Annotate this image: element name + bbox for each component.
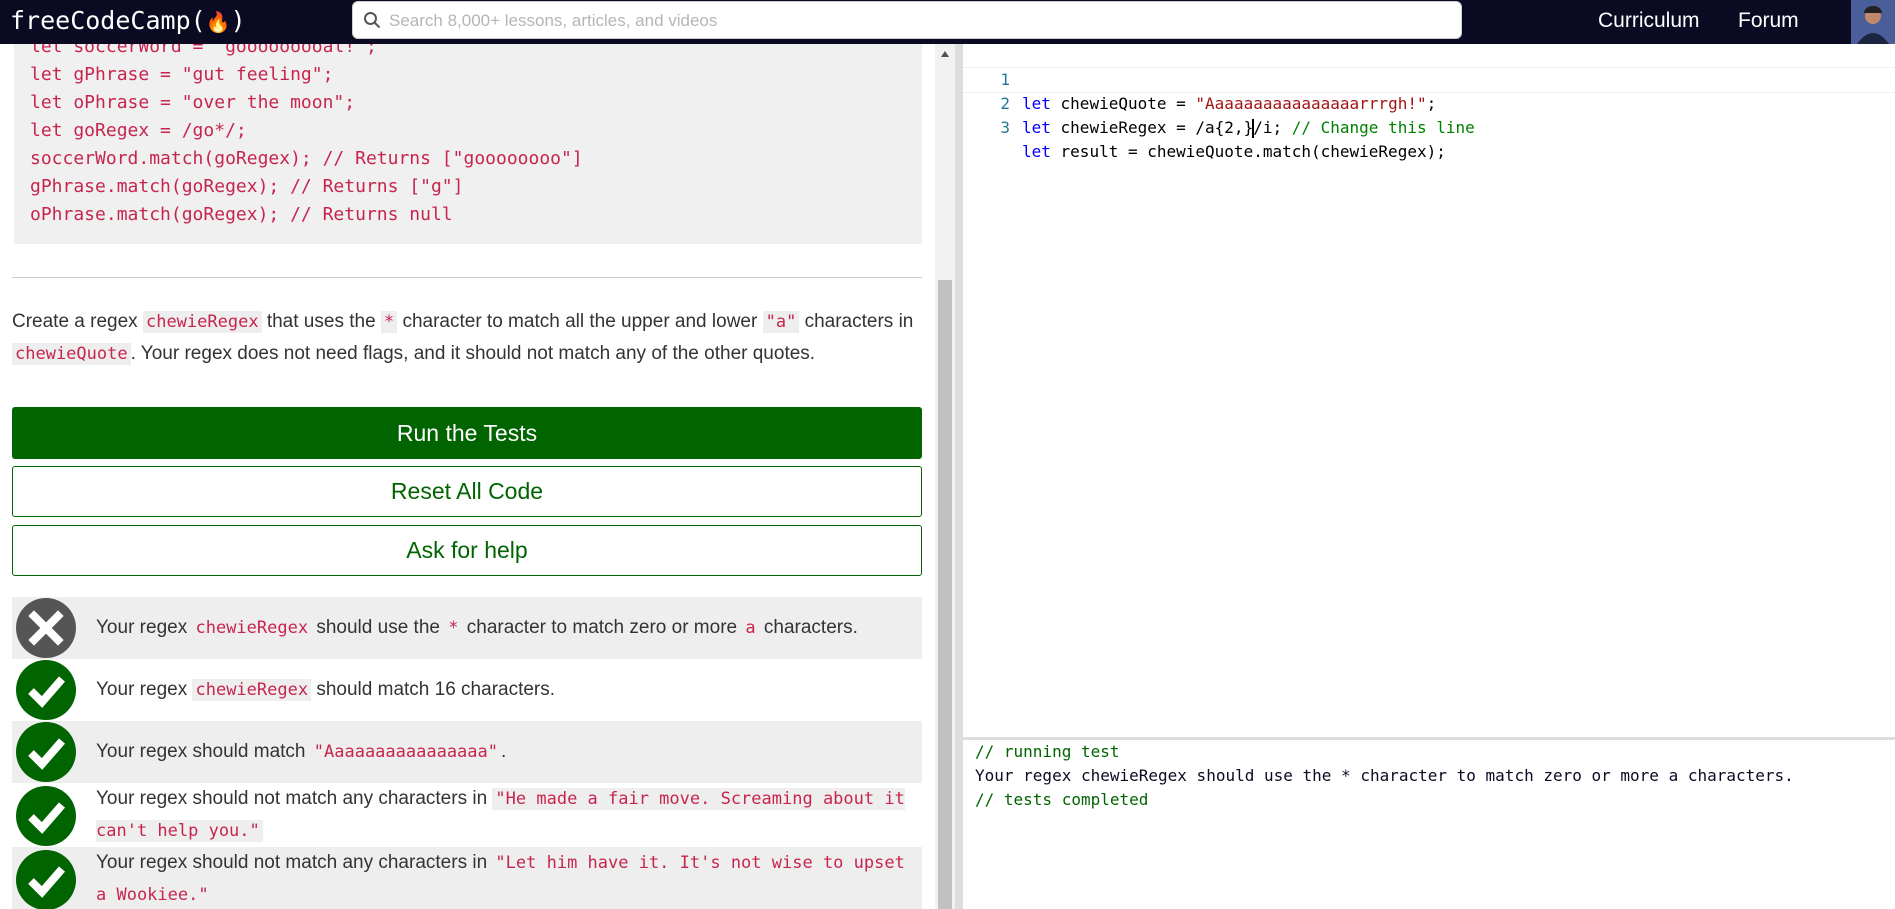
test-result-pass: Your regex should match "Aaaaaaaaaaaaaaa… bbox=[12, 721, 922, 783]
test-result-fail: Your regex chewieRegex should use the * … bbox=[12, 597, 922, 659]
lesson-pane: let soccerWord = "gooooooooal!"; let gPhr… bbox=[0, 44, 928, 909]
nav-curriculum-link[interactable]: Curriculum bbox=[1598, 9, 1700, 33]
reset-all-code-button[interactable]: Reset All Code bbox=[12, 466, 922, 517]
pass-check-icon bbox=[16, 660, 76, 720]
freecodecamp-logo[interactable]: freeCodeCamp(🔥) bbox=[10, 5, 246, 38]
console-line: // running test bbox=[975, 742, 1120, 761]
line-number: 3 bbox=[1000, 118, 1010, 137]
test-text: Your regex should not match any characte… bbox=[96, 788, 905, 842]
scrollbar-thumb[interactable] bbox=[938, 280, 952, 909]
code-line: soccerWord.match(goRegex); // Returns ["… bbox=[30, 148, 583, 169]
search-input[interactable] bbox=[387, 5, 1451, 37]
logo-text-close: ) bbox=[230, 6, 246, 35]
code-line: let soccerWord = "gooooooooal!"; bbox=[30, 44, 377, 57]
avatar-image bbox=[1851, 0, 1895, 44]
logo-text: freeCodeCamp( bbox=[10, 6, 206, 35]
code-line: let gPhrase = "gut feeling"; bbox=[30, 64, 334, 85]
test-result-pass: Your regex should not match any characte… bbox=[12, 847, 922, 909]
output-console: // running test Your regex chewieRegex s… bbox=[963, 740, 1895, 909]
scroll-up-arrow-icon[interactable] bbox=[941, 51, 949, 57]
challenge-instructions: Create a regex chewieRegex that uses the… bbox=[12, 311, 914, 365]
nav-forum-link[interactable]: Forum bbox=[1738, 9, 1799, 33]
user-avatar[interactable] bbox=[1851, 0, 1895, 44]
code-example-block: let soccerWord = "gooooooooal!"; let gPhr… bbox=[14, 44, 922, 244]
divider-line bbox=[12, 277, 922, 278]
test-text: Your regex should not match any characte… bbox=[96, 852, 905, 906]
lesson-scrollbar[interactable] bbox=[935, 44, 955, 909]
editor-line[interactable]: 3 let result = chewieQuote.match(chewieR… bbox=[963, 92, 1895, 161]
flame-icon: 🔥 bbox=[205, 10, 231, 34]
test-result-pass: Your regex should not match any characte… bbox=[12, 783, 922, 847]
test-text: Your regex chewieRegex should match 16 c… bbox=[96, 679, 556, 701]
console-line: // tests completed bbox=[975, 790, 1149, 809]
search-icon bbox=[364, 12, 381, 29]
run-tests-button[interactable]: Run the Tests bbox=[12, 407, 922, 459]
pane-resize-handle[interactable] bbox=[955, 44, 963, 909]
code-line: gPhrase.match(goRegex); // Returns ["g"] bbox=[30, 176, 464, 197]
code-editor[interactable]: 1 let chewieQuote = "Aaaaaaaaaaaaaaaarrr… bbox=[963, 44, 1895, 737]
pass-check-icon bbox=[16, 786, 76, 846]
ask-for-help-button[interactable]: Ask for help bbox=[12, 525, 922, 576]
code-line: let oPhrase = "over the moon"; bbox=[30, 92, 356, 113]
search-box[interactable] bbox=[352, 1, 1462, 39]
fail-x-icon bbox=[16, 598, 76, 658]
console-line: Your regex chewieRegex should use the * … bbox=[975, 766, 1794, 785]
test-result-pass: Your regex chewieRegex should match 16 c… bbox=[12, 659, 922, 721]
top-nav-bar: freeCodeCamp(🔥) Curriculum Forum bbox=[0, 0, 1895, 44]
editor-line-active[interactable]: 2 let chewieRegex = /a{2,}/i; // Change … bbox=[963, 67, 1895, 138]
pass-check-icon bbox=[16, 722, 76, 782]
code-line: let goRegex = /go*/; bbox=[30, 120, 247, 141]
test-text: Your regex chewieRegex should use the * … bbox=[96, 617, 858, 639]
editor-line[interactable]: 1 let chewieQuote = "Aaaaaaaaaaaaaaaarrr… bbox=[963, 44, 1895, 113]
pass-check-icon bbox=[16, 850, 76, 909]
test-text: Your regex should match "Aaaaaaaaaaaaaaa… bbox=[96, 741, 507, 763]
code-line: oPhrase.match(goRegex); // Returns null bbox=[30, 204, 453, 225]
